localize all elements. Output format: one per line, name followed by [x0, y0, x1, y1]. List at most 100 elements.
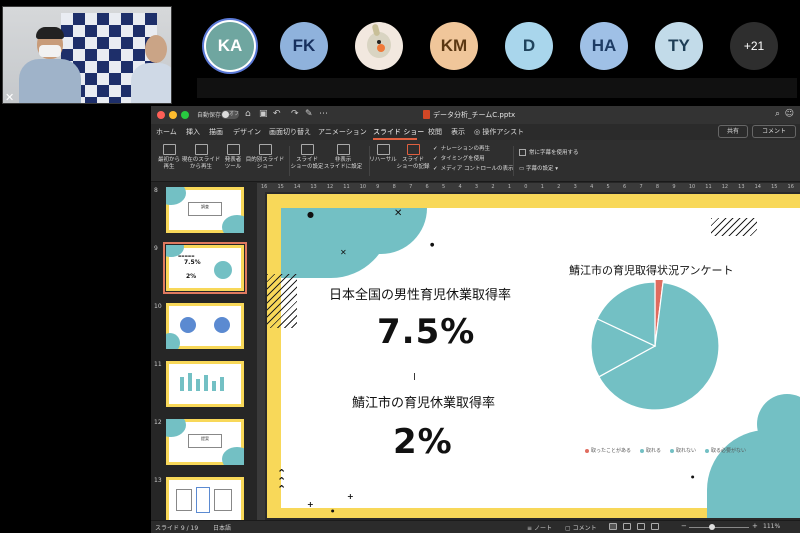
tab-draw[interactable]: 描画 [209, 127, 223, 137]
ruler-mark: 14 [293, 184, 301, 190]
play-current-icon [194, 144, 208, 155]
current-slide[interactable]: ✕ ✕ ● ● + + ● ● ⌃ ⌃ ⌃ 日本全国の男性育児休業取得率 7.5% … [267, 194, 800, 518]
legend-item: 取る必要がない [705, 447, 746, 454]
ribbon-tabs: ホーム 挿入 描画 デザイン 画面切り替え アニメーション スライド ショー 校… [151, 124, 800, 140]
hide-slide-icon [336, 144, 350, 155]
autosave-toggle[interactable]: オフ [221, 110, 239, 119]
window-close-button[interactable] [157, 111, 165, 119]
notes-toggle[interactable]: ≡ ノート [527, 523, 552, 532]
chart-title: 鯖江市の育児取得状況アンケート [569, 264, 734, 277]
zoom-out-button[interactable]: − [681, 522, 687, 530]
timing-checkbox[interactable]: タイミングを使用 [433, 154, 485, 162]
participant-video-tile[interactable]: ✕ [2, 6, 172, 104]
city-rate-title: 鯖江市の育児休業取得率 [352, 396, 496, 411]
participant-avatar[interactable]: KM [430, 22, 478, 70]
ruler-mark: 8 [392, 184, 396, 190]
pptx-file-icon [423, 110, 430, 119]
survey-pie-chart[interactable] [589, 280, 721, 412]
always-subtitles-checkbox[interactable]: 常に字幕を使用する [519, 148, 579, 156]
participant-initials: D [522, 36, 536, 55]
participant-avatar[interactable]: TY [655, 22, 703, 70]
home-icon[interactable]: ⌂ [245, 109, 251, 119]
redo-icon[interactable]: ↷ [291, 109, 299, 119]
window-minimize-button[interactable] [169, 111, 177, 119]
participant-initials: FK [292, 36, 316, 55]
legend-swatch [670, 448, 675, 453]
normal-view-icon[interactable] [609, 523, 617, 530]
quick-edit-icon[interactable]: ✎ [305, 109, 313, 119]
tab-slideshow[interactable]: スライド ショー [373, 127, 424, 137]
slide-thumbnail-8[interactable]: 調査 [166, 187, 244, 233]
undo-icon[interactable]: ↶ [273, 109, 281, 119]
custom-show-button[interactable]: 目的別スライド ショー [243, 144, 287, 171]
slide-sorter-view-icon[interactable] [623, 523, 631, 530]
participant-avatar[interactable]: FK [280, 22, 328, 70]
zoom-slider-handle[interactable] [709, 524, 715, 530]
more-participants-button[interactable]: +21 [730, 22, 778, 70]
stripe-decoration [267, 274, 297, 328]
zoom-in-button[interactable]: + [752, 522, 758, 530]
ruler-mark: 4 [458, 184, 462, 190]
media-controls-checkbox[interactable]: メディア コントロールの表示 [433, 164, 514, 172]
legend-swatch [705, 448, 710, 453]
account-icon[interactable]: ☺ [785, 109, 794, 119]
thumbnail-big-value: 2% [186, 273, 197, 280]
narration-checkbox[interactable]: ナレーションの再生 [433, 144, 490, 152]
tab-view[interactable]: 表示 [451, 127, 465, 137]
participant-person [19, 27, 81, 103]
slide-thumbnail-10[interactable] [166, 303, 244, 349]
save-icon[interactable]: ▣ [259, 109, 268, 119]
participant-avatar-photo[interactable] [355, 22, 403, 70]
reading-view-icon[interactable] [637, 523, 645, 530]
subtitle-icon: ▭ [519, 166, 526, 172]
slideshow-view-icon[interactable] [651, 523, 659, 530]
plus-decoration-icon: + [307, 500, 314, 509]
ruler-mark: 4 [590, 184, 594, 190]
tab-review[interactable]: 校閲 [428, 127, 442, 137]
subtitle-settings-label: 字幕の設定 [525, 166, 554, 172]
tab-design[interactable]: デザイン [233, 127, 261, 137]
search-icon[interactable]: ⌕ [775, 109, 780, 119]
thumbnail-number: 11 [154, 361, 162, 368]
zoom-slider[interactable] [689, 527, 749, 528]
meeting-participant-bar: ✕ KA FK KM D HA TY +21 [0, 0, 800, 104]
mic-off-icon: ✕ [5, 91, 15, 104]
chevron-up-decoration-icon: ⌃ ⌃ ⌃ [277, 467, 287, 496]
cross-decoration-icon: ✕ [340, 248, 347, 257]
participant-avatar[interactable]: HA [580, 22, 628, 70]
share-button[interactable]: 共有 [718, 125, 748, 138]
horizontal-ruler: 16 15 14 13 12 11 10 9 8 7 6 5 4 3 2 1 0 1 2 3 4 5 6 7 8 9 10 11 12 1… [257, 183, 800, 192]
tab-transitions[interactable]: 画面切り替え [269, 127, 311, 137]
dot-decoration-icon: ● [307, 210, 314, 219]
ruler-mark: 14 [754, 184, 761, 190]
record-show-button[interactable]: スライド ショーの記録 [393, 144, 433, 171]
tab-animations[interactable]: アニメーション [318, 127, 367, 137]
participant-initials: TY [668, 36, 690, 55]
comment-icon: ▢ [565, 525, 573, 532]
legend-label: 取る必要がない [711, 448, 747, 454]
custom-show-label: 目的別スライド ショー [245, 157, 285, 170]
ruler-mark: 2 [557, 184, 561, 190]
tab-insert[interactable]: 挿入 [186, 127, 200, 137]
slide-thumbnail-12[interactable]: 提案 [166, 419, 244, 465]
ruler-mark: 12 [326, 184, 334, 190]
participant-avatar[interactable]: D [505, 22, 553, 70]
subtitle-settings-dropdown[interactable]: ▭ 字幕の設定 ▾ [519, 164, 558, 172]
more-icon[interactable]: ⋯ [319, 109, 328, 119]
comments-toggle[interactable]: ▢ コメント [565, 523, 597, 532]
comment-button[interactable]: コメント [752, 125, 796, 138]
slide-thumbnail-9[interactable]: ▬▬▬▬▬ 7.5% 2% [163, 242, 247, 294]
legend-label: 取ったことがある [591, 448, 632, 454]
tab-tell-me[interactable]: ◎ 操作アシスト [474, 127, 524, 137]
language-indicator[interactable]: 日本語 [213, 523, 231, 532]
slide-thumbnail-13[interactable] [166, 477, 244, 520]
zoom-level[interactable]: 111% [763, 523, 780, 530]
slide-thumbnail-11[interactable] [166, 361, 244, 407]
hide-slide-button[interactable]: 非表示 スライドに設定 [321, 144, 365, 171]
tab-home[interactable]: ホーム [156, 127, 177, 137]
dot-decoration-icon: ● [430, 242, 435, 248]
window-maximize-button[interactable] [181, 111, 189, 119]
ruler-mark: 3 [474, 184, 479, 190]
ruler-mark: 0 [524, 184, 528, 190]
participant-avatar[interactable]: KA [206, 22, 254, 70]
